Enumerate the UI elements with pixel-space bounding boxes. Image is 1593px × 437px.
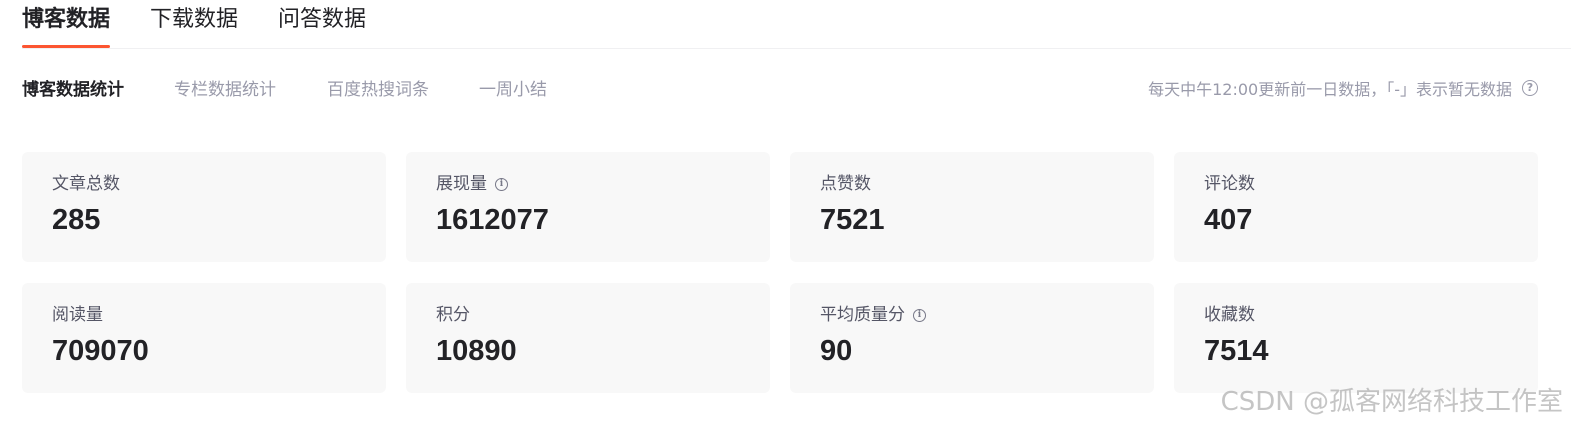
stat-label: 点赞数 [820, 174, 871, 194]
stat-card-points: 积分 10890 [406, 283, 770, 393]
stat-card-comments: 评论数 407 [1174, 152, 1538, 262]
top-tab-bar: 博客数据 下载数据 问答数据 [22, 0, 1571, 49]
info-icon[interactable]: i [913, 308, 926, 322]
stat-value: 1612077 [436, 204, 549, 236]
question-circle-icon[interactable]: ? [1522, 80, 1538, 96]
stat-label: 文章总数 [52, 174, 120, 194]
stat-label: 评论数 [1204, 174, 1255, 194]
stat-card-reads: 阅读量 709070 [22, 283, 386, 393]
tab-qa-data[interactable]: 问答数据 [278, 2, 366, 38]
subtab-weekly-summary[interactable]: 一周小结 [479, 78, 547, 102]
tab-download-data[interactable]: 下载数据 [150, 2, 238, 38]
subtab-baidu-hot-search[interactable]: 百度热搜词条 [327, 78, 429, 102]
stat-value: 7521 [820, 204, 885, 236]
tab-blog-data[interactable]: 博客数据 [22, 2, 110, 38]
stat-value: 10890 [436, 335, 517, 367]
info-icon[interactable]: i [495, 177, 508, 191]
subtab-blog-stats[interactable]: 博客数据统计 [22, 78, 124, 102]
active-tab-indicator [22, 45, 110, 48]
stat-card-favorites: 收藏数 7514 [1174, 283, 1538, 393]
stat-label: 积分 [436, 305, 470, 325]
stat-value: 7514 [1204, 335, 1269, 367]
stat-card-article-count: 文章总数 285 [22, 152, 386, 262]
stat-label: 收藏数 [1204, 305, 1255, 325]
update-note: 每天中午12:00更新前一日数据，「-」表示暂无数据 [1148, 80, 1512, 99]
stat-card-impressions: 展现量 i 1612077 [406, 152, 770, 262]
stat-value: 709070 [52, 335, 149, 367]
stat-value: 90 [820, 335, 853, 367]
subtab-column-stats[interactable]: 专栏数据统计 [174, 78, 276, 102]
stat-value: 407 [1204, 204, 1253, 236]
stat-label: 平均质量分 [820, 305, 905, 325]
stat-card-avg-quality-score: 平均质量分 i 90 [790, 283, 1154, 393]
stat-label: 阅读量 [52, 305, 103, 325]
stat-value: 285 [52, 204, 101, 236]
watermark: CSDN @孤客网络科技工作室 [1220, 387, 1563, 417]
stat-label: 展现量 [436, 174, 487, 194]
stat-card-likes: 点赞数 7521 [790, 152, 1154, 262]
